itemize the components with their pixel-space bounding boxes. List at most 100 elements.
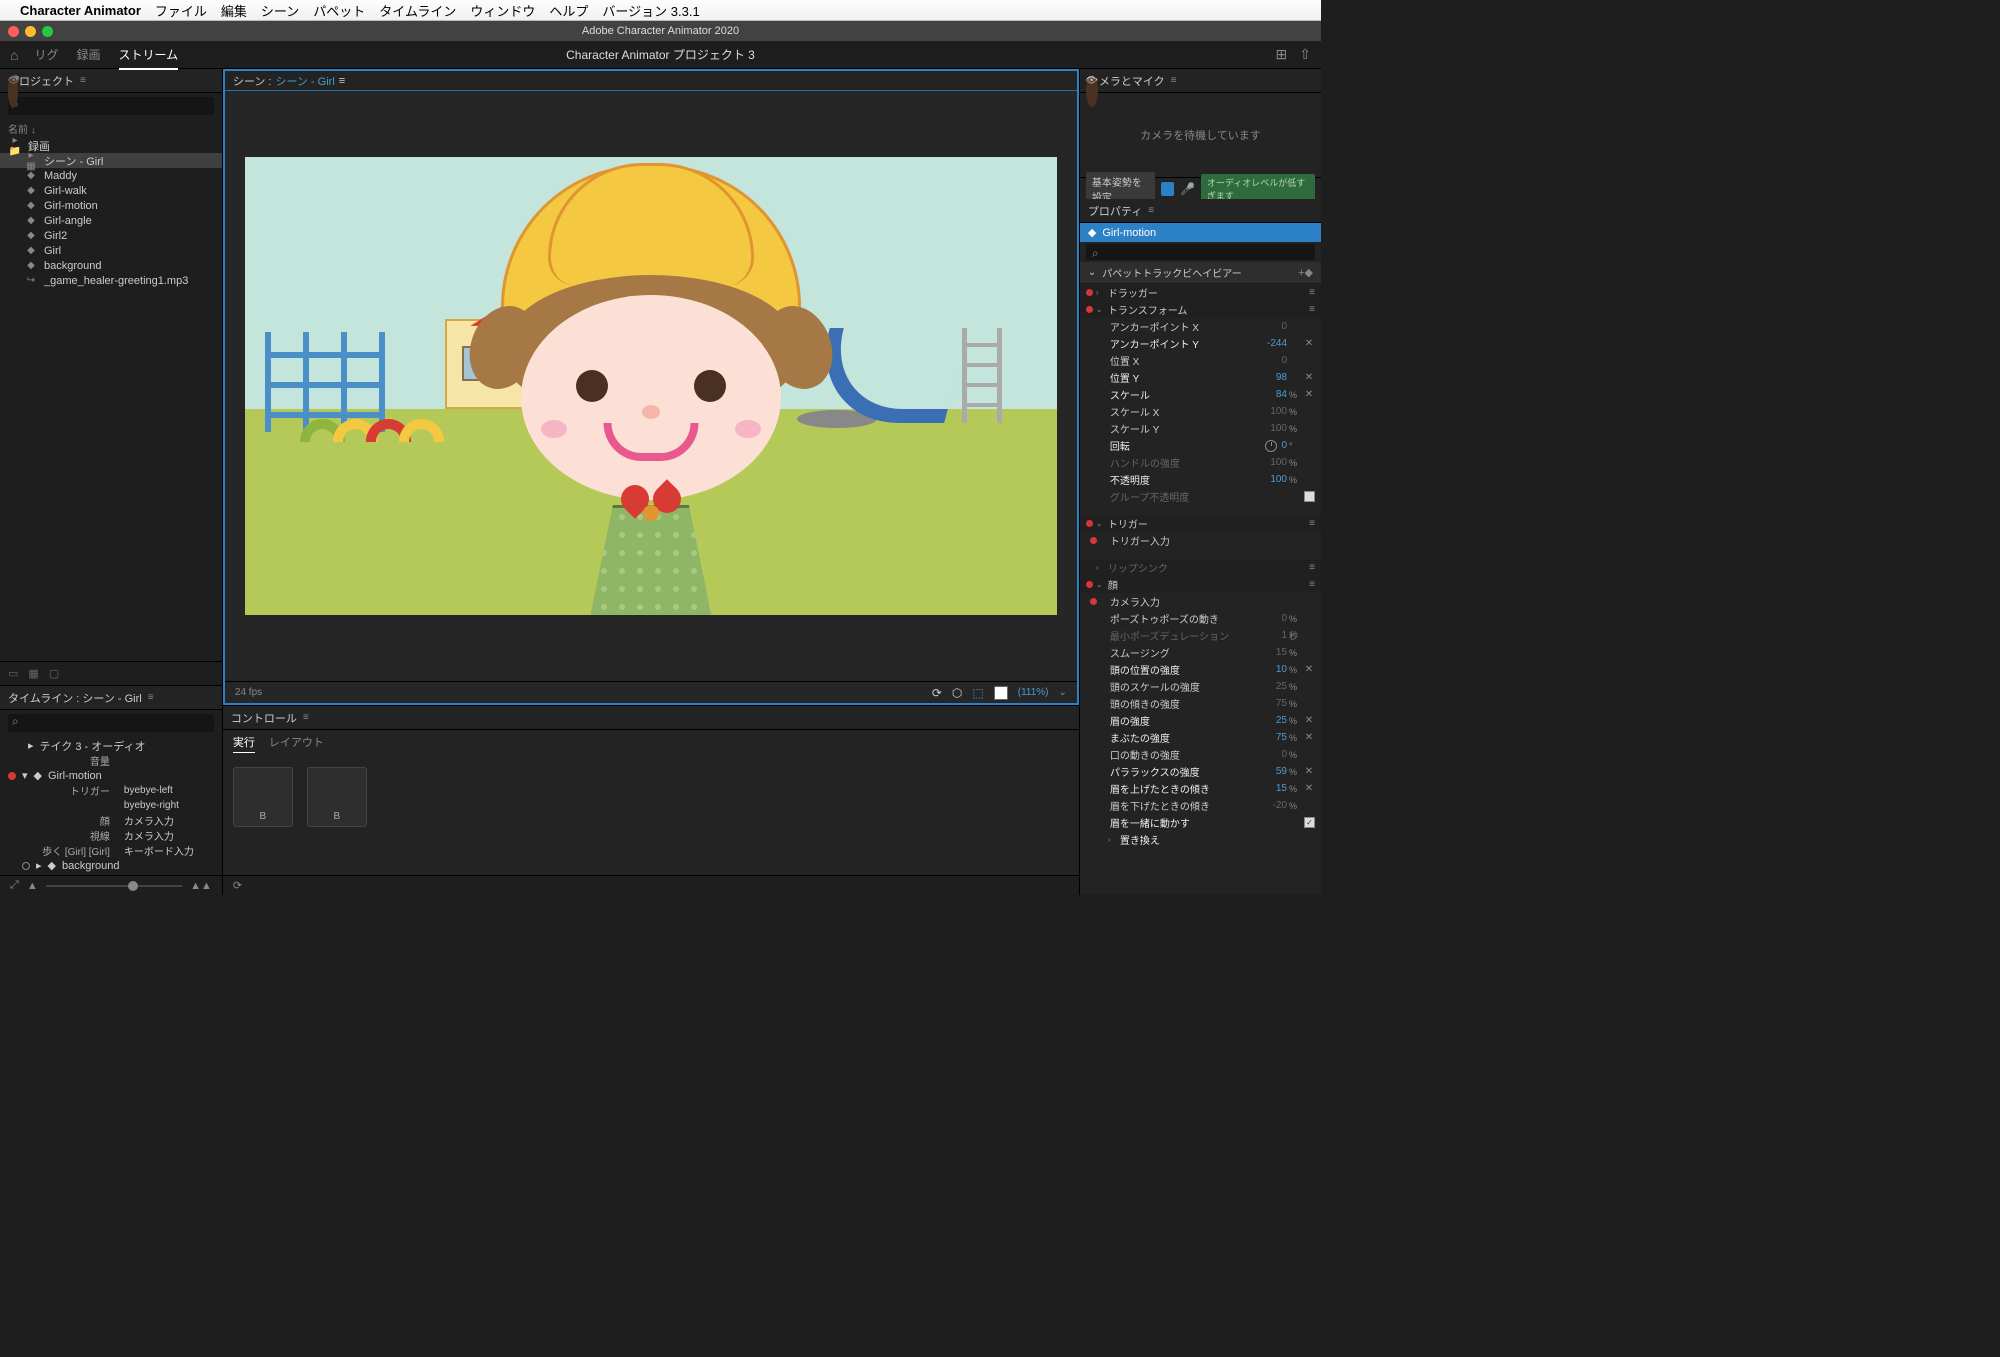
- expand-icon[interactable]: ›: [1096, 288, 1106, 297]
- zoom-to-fit-icon[interactable]: ⤢: [10, 879, 19, 892]
- scene-tab-link[interactable]: シーン - Girl: [275, 73, 334, 89]
- scene-tab[interactable]: シーン : シーン - Girl ≡: [225, 71, 1077, 91]
- project-item[interactable]: ◆ Girl: [0, 243, 222, 258]
- behavior-menu-icon[interactable]: ≡: [1303, 304, 1315, 315]
- menu-item[interactable]: 編集: [221, 4, 247, 19]
- property-row[interactable]: 頭のスケールの強度25%: [1080, 678, 1321, 695]
- property-row[interactable]: 眉を下げたときの傾き-20%: [1080, 797, 1321, 814]
- zoom-window-icon[interactable]: [42, 26, 53, 37]
- project-item[interactable]: ◆ Maddy: [0, 168, 222, 183]
- project-item[interactable]: ↪ _game_healer-greeting1.mp3: [0, 273, 222, 288]
- behavior-menu-icon[interactable]: ≡: [1303, 518, 1315, 529]
- expand-icon[interactable]: ⌄: [1096, 580, 1106, 589]
- record-arm-icon[interactable]: [1090, 598, 1100, 605]
- clock-icon[interactable]: [1265, 440, 1277, 452]
- property-value[interactable]: 15: [1276, 647, 1289, 658]
- property-checkbox[interactable]: ✓: [1304, 817, 1315, 828]
- behavior-row[interactable]: › リップシンク ≡: [1080, 559, 1321, 576]
- behavior-row[interactable]: 👁 ⌄ トランスフォーム ≡: [1080, 301, 1321, 318]
- property-row[interactable]: まぶたの強度75%✕: [1080, 729, 1321, 746]
- behavior-row[interactable]: 👁 ⌄ トリガー ≡: [1080, 515, 1321, 532]
- reset-icon[interactable]: ✕: [1303, 338, 1315, 349]
- selected-puppet-bar[interactable]: ◆ Girl-motion: [1080, 223, 1321, 242]
- reset-icon[interactable]: ✕: [1303, 783, 1315, 794]
- property-row[interactable]: 回転0°: [1080, 437, 1321, 454]
- timeline-prop-row[interactable]: 👁 歩く [Girl] [Girl] キーボード入力: [0, 843, 222, 858]
- property-value[interactable]: 84: [1276, 389, 1289, 400]
- property-row[interactable]: ポーズトゥポーズの動き0%: [1080, 610, 1321, 627]
- visibility-icon[interactable]: 👁: [8, 75, 18, 107]
- property-row[interactable]: スケール84%✕: [1080, 386, 1321, 403]
- reset-icon[interactable]: ✕: [1303, 732, 1315, 743]
- project-item[interactable]: ◆ Girl-angle: [0, 213, 222, 228]
- project-item[interactable]: ◆ Girl2: [0, 228, 222, 243]
- bg-color-swatch[interactable]: [994, 686, 1008, 700]
- property-row[interactable]: アンカーポイント Y-244✕: [1080, 335, 1321, 352]
- workspace-tab[interactable]: リグ: [34, 48, 58, 68]
- property-value[interactable]: 100: [1270, 423, 1289, 434]
- panel-menu-icon[interactable]: ≡: [80, 75, 86, 86]
- property-value[interactable]: 1: [1281, 630, 1289, 641]
- property-row[interactable]: 眉を上げたときの傾き15%✕: [1080, 780, 1321, 797]
- property-value[interactable]: 75: [1276, 732, 1289, 743]
- property-value[interactable]: 15: [1276, 783, 1289, 794]
- menu-item[interactable]: バージョン 3.3.1: [602, 4, 699, 19]
- expand-icon[interactable]: ⌄: [1096, 305, 1106, 314]
- property-row[interactable]: 不透明度100%: [1080, 471, 1321, 488]
- property-row[interactable]: 口の動きの強度0%: [1080, 746, 1321, 763]
- menu-item[interactable]: タイムライン: [379, 4, 456, 19]
- behavior-menu-icon[interactable]: ≡: [1303, 579, 1315, 590]
- property-value[interactable]: 0: [1281, 355, 1289, 366]
- property-row[interactable]: スムージング15%: [1080, 644, 1321, 661]
- timeline-prop-row[interactable]: byebye-right: [0, 798, 222, 813]
- property-row[interactable]: パララックスの強度59%✕: [1080, 763, 1321, 780]
- controls-tab[interactable]: 実行: [233, 734, 255, 753]
- webcam-icon[interactable]: [1161, 182, 1174, 196]
- behavior-menu-icon[interactable]: ≡: [1303, 287, 1315, 298]
- project-item[interactable]: ◆ background: [0, 258, 222, 273]
- menu-item[interactable]: ヘルプ: [549, 4, 588, 19]
- expand-icon[interactable]: ›: [1108, 835, 1118, 844]
- property-value[interactable]: 0: [1281, 613, 1289, 624]
- property-row[interactable]: 眉を一緒に動かす✓: [1080, 814, 1321, 831]
- panel-menu-icon[interactable]: ≡: [1148, 205, 1154, 216]
- behavior-menu-icon[interactable]: ≡: [1303, 562, 1315, 573]
- behavior-row[interactable]: 👁 › ドラッガー ≡: [1080, 284, 1321, 301]
- scene-viewport[interactable]: [225, 91, 1077, 681]
- property-value[interactable]: -244: [1267, 338, 1289, 349]
- property-row[interactable]: 眉の強度25%✕: [1080, 712, 1321, 729]
- timeline-prop-row[interactable]: トリガー byebye-left: [0, 783, 222, 798]
- property-value[interactable]: 25: [1276, 681, 1289, 692]
- property-row[interactable]: グループ不透明度: [1080, 488, 1321, 505]
- property-value[interactable]: 59: [1276, 766, 1289, 777]
- chevron-down-icon[interactable]: ⌄: [1059, 687, 1067, 698]
- panel-menu-icon[interactable]: ≡: [148, 692, 154, 703]
- camera-icon[interactable]: ▦: [28, 667, 38, 680]
- share-icon[interactable]: ⇧: [1299, 46, 1311, 63]
- record-arm-icon[interactable]: [1086, 306, 1096, 313]
- app-name[interactable]: Character Animator: [20, 3, 141, 18]
- record-arm-icon[interactable]: [8, 772, 16, 780]
- property-row[interactable]: スケール X100%: [1080, 403, 1321, 420]
- mic-icon[interactable]: 🎤: [1180, 182, 1195, 196]
- property-row[interactable]: 位置 X0: [1080, 352, 1321, 369]
- feedback-icon[interactable]: ⊞: [1276, 46, 1288, 63]
- project-item[interactable]: ▸ ▦ シーン - Girl: [0, 153, 222, 168]
- folder-icon[interactable]: ▭: [8, 667, 18, 680]
- record-arm-icon[interactable]: [8, 862, 16, 870]
- minimize-window-icon[interactable]: [25, 26, 36, 37]
- property-value[interactable]: 0: [1281, 749, 1289, 760]
- new-item-icon[interactable]: ▢: [49, 667, 59, 680]
- reset-icon[interactable]: ✕: [1303, 715, 1315, 726]
- property-row[interactable]: カメラ入力: [1080, 593, 1321, 610]
- property-value[interactable]: 0: [1281, 440, 1289, 451]
- expand-icon[interactable]: ⌄: [1096, 519, 1106, 528]
- expand-icon[interactable]: ›: [1096, 563, 1106, 572]
- project-sort-header[interactable]: 名前 ↓: [0, 119, 222, 138]
- project-item[interactable]: ◆ Girl-walk: [0, 183, 222, 198]
- close-window-icon[interactable]: [8, 26, 19, 37]
- timeline-prop-row[interactable]: 👁 視線 カメラ入力: [0, 828, 222, 843]
- bound-icon[interactable]: ⬚: [972, 686, 983, 700]
- record-arm-icon[interactable]: [1086, 581, 1096, 588]
- record-arm-icon[interactable]: [1090, 537, 1100, 544]
